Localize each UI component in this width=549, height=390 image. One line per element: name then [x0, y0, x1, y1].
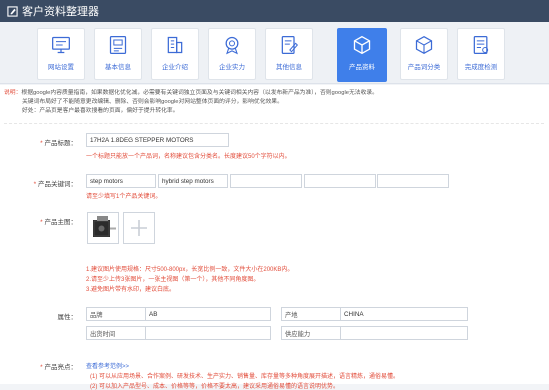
tab-company-strength[interactable]: 企业实力	[208, 28, 256, 80]
tab-label: 网站设置	[48, 64, 74, 71]
attributes-label: 属性：	[57, 314, 78, 321]
divider	[4, 123, 544, 124]
tab-company-intro[interactable]: 企业介绍	[151, 28, 199, 80]
plus-icon	[131, 220, 147, 236]
tab-completion-check[interactable]: 完成度检测	[457, 28, 505, 80]
product-title-input[interactable]: 17H2A 1.8DEG STEPPER MOTORS	[86, 133, 229, 147]
tab-label: 完成度检测	[464, 64, 498, 71]
tab-basic-info[interactable]: 基本信息	[94, 28, 142, 80]
product-highlights-label: * 产品亮点：	[40, 364, 77, 371]
image-tip-3: 3.避免图片带有水印，建议白底。	[86, 287, 176, 293]
attr-value-ship-time[interactable]	[145, 326, 271, 340]
note-line-1: 根据google内容质量指南，如果数据化优化减，必需要有关键词独立页面及与关键词…	[21, 90, 378, 96]
medal-icon	[225, 36, 239, 55]
tab-product-data[interactable]: 产品资料	[337, 28, 387, 82]
attr-value-supply[interactable]	[340, 326, 468, 340]
building-icon	[167, 36, 183, 54]
note-line-3: 好处：产品页是客户最喜欢搜看的页面，偏好于提升转化率。	[22, 108, 179, 114]
attr-name-ship-time: 出货时间	[86, 326, 146, 340]
monitor-icon	[52, 36, 70, 54]
tab-label: 产品资料	[349, 64, 375, 71]
view-example-link[interactable]: 查看参考范例>>	[86, 361, 129, 370]
tab-other-info[interactable]: 其他信息	[265, 28, 313, 80]
note-prefix: 说明：	[4, 90, 22, 96]
app-title: 客户资料整理器	[22, 6, 99, 18]
attr-name-supply: 供应能力	[281, 326, 341, 340]
image-tip-1: 1.建议图片使用规格：尺寸500-800px，长宽比例一致，文件大小在200KB…	[86, 267, 294, 273]
keyword-tip: 请至少填写1个产品关键词。	[86, 194, 162, 200]
id-card-icon	[109, 36, 127, 54]
product-form-panel: 说明：根据google内容质量指南，如果数据化优化减，必需要有关键词独立页面及与…	[0, 85, 549, 390]
product-title-label: * 产品标题：	[40, 140, 77, 147]
highlights-tip-2: (2) 可以加入产品型号、成本、价格等等，价格不要太高，建议采用通俗易懂的语言说…	[90, 384, 340, 390]
tab-label: 基本信息	[105, 64, 131, 71]
tab-label: 其他信息	[276, 64, 302, 71]
keyword-input-5[interactable]	[377, 174, 449, 188]
instructions-note: 说明：根据google内容质量指南，如果数据化优化减，必需要有关键词独立页面及与…	[4, 89, 544, 116]
cube-outline-icon	[415, 35, 433, 55]
attr-value-brand[interactable]: AB	[145, 307, 271, 321]
checklist-icon	[473, 36, 489, 54]
note-line-2: 关键词布局好了不能随意更改编辑、删除、否则会影响google对网站整体页面的评分…	[22, 99, 283, 105]
product-image-thumbnail[interactable]	[87, 212, 119, 244]
tab-label: 企业介绍	[162, 64, 188, 71]
attr-name-origin: 产地	[281, 307, 341, 321]
tab-product-category[interactable]: 产品词分类	[400, 28, 448, 80]
tab-site-settings[interactable]: 网站设置	[37, 28, 85, 80]
tab-label: 企业实力	[219, 64, 245, 71]
tab-label: 产品词分类	[407, 64, 441, 71]
keyword-input-3[interactable]	[230, 174, 302, 188]
keyword-input-2[interactable]: hybrid step motors	[158, 174, 228, 188]
attr-value-origin[interactable]: CHINA	[340, 307, 468, 321]
edit-icon	[7, 5, 18, 17]
attr-name-brand: 品牌	[86, 307, 146, 321]
cube-icon	[353, 35, 371, 55]
product-image-label: * 产品主图：	[40, 219, 77, 226]
app-titlebar: 客户资料整理器	[0, 0, 549, 22]
product-keyword-label: * 产品关键词：	[33, 181, 77, 188]
keyword-input-4[interactable]	[304, 174, 376, 188]
stepper-motor-image	[93, 216, 116, 237]
add-image-button[interactable]	[123, 212, 155, 244]
image-tip-2: 2.请至少上传3张图片，一张主视图（第一个），其他不同角度图。	[86, 277, 260, 283]
product-title-tip: 一个标题只能放一个产品词，名称建议包含分类名。长度建议50个字符以内。	[86, 154, 291, 160]
section-tab-bar: 网站设置 基本信息 企业介绍 企业实力 其他信息 产品资料 产品词分类 完成度检…	[0, 22, 549, 84]
edit-doc-icon	[281, 36, 299, 54]
keyword-input-1[interactable]: step motors	[86, 174, 156, 188]
highlights-tip-1: (1) 可以从应用场景、合作案例、研发技术、生产实力、销售量、库存量等多种角度展…	[90, 374, 400, 380]
